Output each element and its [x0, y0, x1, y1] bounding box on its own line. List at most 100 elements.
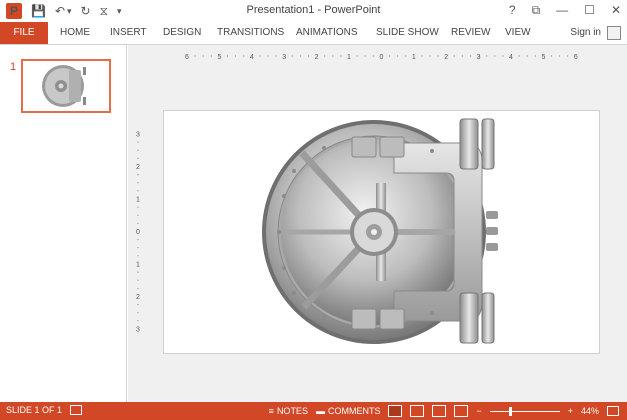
slide-canvas[interactable]	[163, 110, 600, 354]
ruler-tick	[421, 55, 423, 57]
horizontal-ruler-label: 5	[217, 54, 221, 61]
tab-file[interactable]: FILE	[0, 22, 48, 44]
sign-in-link[interactable]: Sign in	[570, 22, 601, 44]
normal-view-icon[interactable]	[388, 405, 403, 417]
ruler-tick	[137, 255, 139, 257]
slide-thumbnail[interactable]	[21, 59, 111, 113]
tab-home[interactable]: HOME	[60, 22, 90, 44]
ribbon-tabs: FILE HOME INSERT DESIGN TRANSITIONS ANIMATIO…	[0, 22, 627, 44]
ruler-tick	[137, 149, 139, 151]
horizontal-ruler-label: 1	[412, 54, 416, 61]
ruler-tick	[259, 55, 261, 57]
ruler-tick	[210, 55, 212, 57]
status-bar: SLIDE 1 OF 1 ≡ NOTES ▬ COMMENTS − + 44%	[0, 402, 627, 420]
ruler-tick	[202, 55, 204, 57]
ribbon-display-options-icon[interactable]: ⧉	[532, 3, 541, 18]
ruler-tick	[364, 55, 366, 57]
ruler-tick	[461, 55, 463, 57]
ruler-tick	[275, 55, 277, 57]
horizontal-ruler-label: 3	[477, 54, 481, 61]
horizontal-ruler-label: 1	[347, 54, 351, 61]
ruler-tick	[526, 55, 528, 57]
horizontal-ruler-label: 2	[444, 54, 448, 61]
ruler-tick	[137, 279, 139, 281]
horizontal-ruler-label: 3	[282, 54, 286, 61]
ruler-tick	[324, 55, 326, 57]
ruler-tick	[243, 55, 245, 57]
horizontal-ruler-label: 0	[379, 54, 383, 61]
vertical-ruler-label: 0	[136, 229, 140, 236]
notes-button[interactable]: ≡ NOTES	[269, 404, 308, 418]
zoom-level[interactable]: 44%	[581, 406, 599, 416]
ruler-tick	[137, 190, 139, 192]
ruler-tick	[388, 55, 391, 57]
tab-insert[interactable]: INSERT	[110, 22, 147, 44]
tab-view[interactable]: VIEW	[505, 22, 531, 44]
ruler-tick	[534, 55, 536, 57]
ruler-tick	[137, 312, 139, 314]
ruler-tick	[332, 55, 334, 57]
ruler-tick	[137, 247, 139, 249]
ruler-tick	[137, 287, 139, 289]
ruler-tick	[299, 55, 301, 57]
fit-to-window-icon[interactable]	[607, 406, 619, 416]
slide-show-view-icon[interactable]	[454, 405, 469, 417]
horizontal-ruler: 6 5 4 3 2 1 0 1 2 3 4 5 6	[185, 54, 578, 61]
vertical-ruler-label: 1	[136, 197, 140, 204]
bank-vault-door-image[interactable]	[164, 111, 599, 353]
ruler-tick	[405, 55, 407, 57]
zoom-out-button[interactable]: −	[476, 406, 481, 416]
ruler-tick	[267, 55, 269, 57]
ruler-tick	[469, 55, 472, 57]
tab-animations[interactable]: ANIMATIONS	[296, 22, 357, 44]
ruler-tick	[397, 55, 399, 57]
comments-icon: ▬	[315, 406, 325, 416]
slide-sorter-view-icon[interactable]	[410, 405, 425, 417]
ruler-tick	[137, 222, 139, 224]
ruler-tick	[356, 55, 358, 57]
ruler-tick	[235, 55, 237, 57]
vertical-ruler-label: 2	[136, 164, 140, 171]
ruler-tick	[502, 55, 504, 57]
notes-label: NOTES	[276, 406, 308, 416]
vault-door-thumbnail-image	[42, 65, 86, 107]
ruler-tick	[559, 55, 561, 57]
ruler-tick	[429, 55, 431, 57]
horizontal-ruler-label: 2	[315, 54, 319, 61]
horizontal-ruler-label: 6	[185, 54, 189, 61]
ruler-tick	[194, 55, 196, 57]
ruler-tick	[137, 174, 139, 176]
horizontal-ruler-label: 4	[509, 54, 513, 61]
ruler-tick	[486, 55, 488, 57]
ruler-tick	[437, 55, 439, 57]
tab-slide-show[interactable]: SLIDE SHOW	[376, 22, 439, 44]
zoom-slider[interactable]	[489, 406, 560, 416]
ruler-tick	[340, 55, 342, 57]
zoom-slider-thumb[interactable]	[508, 406, 512, 416]
ruler-tick	[137, 214, 139, 216]
ruler-tick	[226, 55, 229, 57]
slide-count-indicator: SLIDE 1 OF 1	[6, 405, 63, 415]
reading-view-icon[interactable]	[432, 405, 447, 417]
close-icon[interactable]: ✕	[611, 3, 621, 18]
title-bar: P 💾 ↶ ▾ ↻ ⧖ ▾ Presentation1 - PowerPoint…	[0, 0, 627, 22]
slide-thumbnail-pane[interactable]: 1	[0, 45, 127, 402]
maximize-icon[interactable]: ☐	[584, 3, 595, 18]
comments-button[interactable]: ▬ COMMENTS	[316, 404, 381, 418]
tab-review[interactable]: REVIEW	[451, 22, 490, 44]
ruler-tick	[372, 55, 374, 57]
vertical-ruler-label: 2	[136, 294, 140, 301]
tab-transitions[interactable]: TRANSITIONS	[217, 22, 284, 44]
help-icon[interactable]: ?	[509, 3, 516, 18]
notes-icon: ≡	[268, 406, 274, 416]
zoom-in-button[interactable]: +	[568, 406, 573, 416]
spelling-check-icon[interactable]	[70, 405, 83, 415]
ruler-tick	[567, 55, 569, 57]
account-icon[interactable]	[607, 26, 621, 40]
tab-design[interactable]: DESIGN	[163, 22, 201, 44]
minimize-icon[interactable]: —	[556, 3, 568, 18]
ruler-tick	[137, 239, 139, 241]
horizontal-ruler-label: 5	[541, 54, 545, 61]
ruler-tick	[137, 141, 139, 143]
vertical-ruler-label: 3	[136, 327, 140, 334]
